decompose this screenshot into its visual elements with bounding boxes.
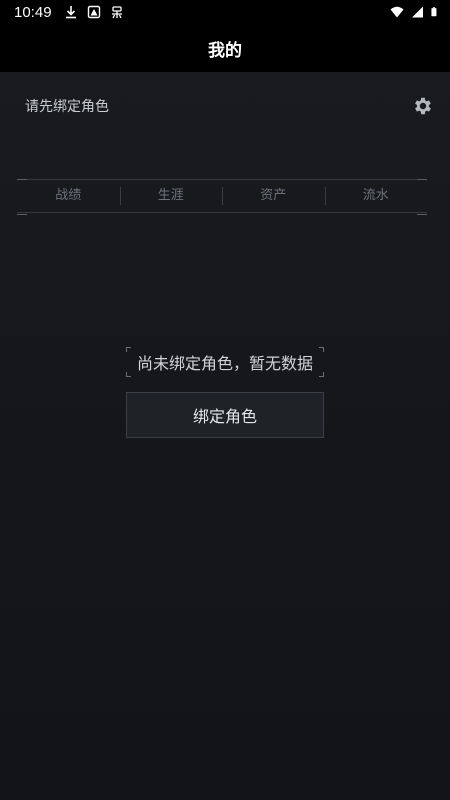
corner-bracket: [126, 372, 131, 377]
battery-icon: [431, 7, 437, 17]
page-title: 我的: [208, 40, 242, 61]
status-bar: 10:49: [0, 0, 450, 24]
tab-record[interactable]: 战绩: [17, 187, 120, 205]
status-right-icons: [390, 5, 440, 19]
signal-icon: [412, 6, 423, 18]
tab-assets[interactable]: 资产: [222, 187, 325, 205]
screen: 10:49 我的 请先绑定角色 战绩 生涯 资产 流水 尚未绑定角色，暂无数据 …: [0, 0, 450, 800]
wifi-icon: [390, 6, 404, 18]
app-bar: 我的: [0, 24, 450, 72]
corner-bracket: [319, 347, 324, 352]
download-icon: [65, 6, 76, 19]
corner-bracket: [126, 347, 131, 352]
tab-career[interactable]: 生涯: [119, 187, 223, 205]
bug-icon: [111, 6, 122, 19]
gear-icon: [415, 97, 431, 115]
status-time: 10:49: [14, 3, 52, 21]
bind-role-prompt[interactable]: 请先绑定角色: [25, 96, 109, 116]
image-icon: [87, 5, 100, 19]
settings-button[interactable]: [410, 93, 436, 119]
empty-state-message: 尚未绑定角色，暂无数据: [136, 354, 313, 373]
corner-bracket: [319, 372, 324, 377]
tab-bar: 战绩 生涯 资产 流水: [17, 179, 428, 215]
status-left-icons: [64, 5, 124, 19]
empty-state: 尚未绑定角色，暂无数据: [126, 347, 324, 377]
tab-transactions[interactable]: 流水: [324, 187, 428, 205]
bind-role-button[interactable]: 绑定角色: [126, 392, 324, 438]
